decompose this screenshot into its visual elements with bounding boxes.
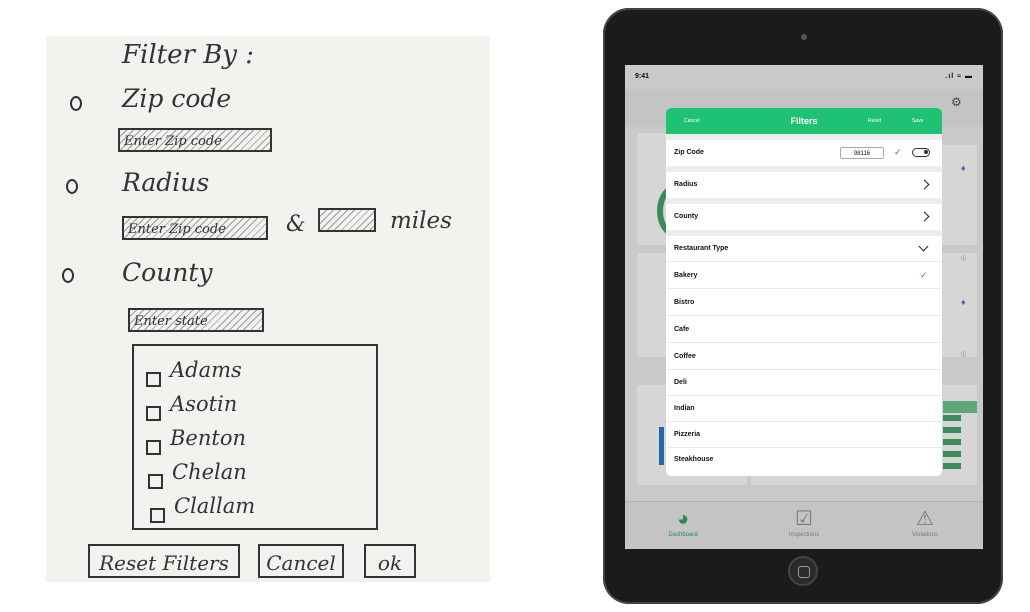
type-option-label: Bakery bbox=[674, 272, 698, 279]
row-divider bbox=[666, 261, 942, 262]
camera-icon bbox=[801, 34, 807, 40]
modal-header: Cancel Filters Reset Save bbox=[666, 108, 942, 134]
sketch-radio-county bbox=[62, 268, 74, 283]
row-divider bbox=[666, 288, 942, 289]
pie-chart-icon: ◕ bbox=[676, 508, 690, 530]
type-option-label: Indian bbox=[674, 405, 695, 412]
tab-inspections[interactable]: ☑ Inspections bbox=[754, 506, 854, 538]
chevron-right-icon bbox=[919, 179, 930, 190]
background-tag bbox=[943, 451, 961, 457]
check-icon: ✓ bbox=[920, 270, 928, 280]
type-option-label: Coffee bbox=[674, 353, 696, 360]
background-bar bbox=[659, 427, 664, 465]
type-option-label: Bistro bbox=[674, 299, 695, 306]
sketch-radius-field: Enter Zip code bbox=[122, 216, 268, 240]
type-option[interactable]: Steakhouse bbox=[666, 447, 942, 473]
sketch-ampersand: & bbox=[286, 212, 306, 237]
modal-title: Filters bbox=[790, 116, 818, 126]
zip-code-label: Zip Code bbox=[674, 149, 704, 156]
zip-code-toggle[interactable] bbox=[912, 148, 930, 157]
status-icons: .ıl ≈ ▬ bbox=[945, 73, 973, 80]
radius-label: Radius bbox=[674, 181, 698, 188]
sketch-checkbox bbox=[148, 474, 163, 489]
tablet-device: 9:41 .ıl ≈ ▬ ⚙ ♦ ♦ ⓘ ⓘ ◕ Dashboard ☑ Ins… bbox=[603, 8, 1003, 604]
sketch-checkbox bbox=[146, 440, 161, 455]
info-icon: ⓘ bbox=[961, 352, 967, 358]
warning-triangle-icon: ⚠ bbox=[916, 508, 934, 530]
row-divider bbox=[666, 315, 942, 316]
filters-modal: Cancel Filters Reset Save Zip Code 98116… bbox=[666, 108, 942, 476]
sketch-checkbox bbox=[146, 406, 161, 421]
sketch-ok-button: ok bbox=[364, 544, 416, 578]
background-tag bbox=[943, 415, 961, 421]
sketch-county-item: Asotin bbox=[170, 392, 238, 416]
restaurant-type-row[interactable]: Restaurant Type bbox=[666, 236, 942, 262]
tab-violations[interactable]: ⚠ Violations bbox=[875, 506, 975, 538]
type-option[interactable]: Bakery ✓ bbox=[666, 263, 942, 289]
sketch-zip-field: Enter Zip code bbox=[118, 128, 272, 152]
sketch-cancel-button: Cancel bbox=[258, 544, 344, 578]
tab-label: Dashboard bbox=[668, 532, 698, 538]
type-option-label: Deli bbox=[674, 379, 687, 386]
tablet-screen: 9:41 .ıl ≈ ▬ ⚙ ♦ ♦ ⓘ ⓘ ◕ Dashboard ☑ Ins… bbox=[625, 65, 983, 549]
sketch-radio-radius bbox=[66, 179, 78, 194]
paper-sketch: Filter By : Zip code Enter Zip code Radi… bbox=[46, 36, 490, 582]
background-table-header bbox=[943, 401, 977, 413]
type-option[interactable]: Pizzeria bbox=[666, 422, 942, 448]
check-icon: ✓ bbox=[894, 147, 902, 157]
sketch-radius-label: Radius bbox=[122, 168, 210, 197]
tab-dashboard[interactable]: ◕ Dashboard bbox=[633, 506, 733, 538]
chevron-right-icon bbox=[919, 211, 930, 222]
county-label: County bbox=[674, 213, 699, 220]
status-bar: 9:41 .ıl ≈ ▬ bbox=[625, 65, 983, 89]
sketch-miles-field bbox=[318, 208, 376, 232]
type-option-label: Steakhouse bbox=[674, 456, 714, 463]
sketch-zip-label: Zip code bbox=[122, 84, 232, 113]
sketch-county-label: County bbox=[122, 258, 213, 287]
type-option-label: Cafe bbox=[674, 326, 690, 333]
sketch-county-item: Clallam bbox=[174, 494, 256, 518]
sketch-checkbox bbox=[146, 372, 161, 387]
twitter-icon: ♦ bbox=[961, 297, 966, 307]
type-option[interactable]: Indian bbox=[666, 396, 942, 422]
gear-icon: ⚙ bbox=[951, 95, 962, 109]
tab-label: Violations bbox=[912, 532, 938, 538]
background-tag bbox=[943, 439, 961, 445]
type-option[interactable]: Coffee bbox=[666, 344, 942, 370]
twitter-icon: ♦ bbox=[961, 163, 966, 173]
row-divider bbox=[666, 342, 942, 343]
sketch-county-item: Chelan bbox=[172, 460, 247, 484]
sketch-county-item: Adams bbox=[170, 358, 242, 382]
sketch-county-list: Adams Asotin Benton Chelan Clallam bbox=[132, 344, 378, 530]
type-option-label: Pizzeria bbox=[674, 431, 701, 438]
tab-label: Inspections bbox=[788, 532, 820, 538]
save-button[interactable]: Save bbox=[912, 118, 923, 124]
sketch-radio-zip bbox=[70, 96, 82, 111]
tab-bar: ◕ Dashboard ☑ Inspections ⚠ Violations bbox=[625, 501, 983, 549]
sketch-miles-label: miles bbox=[390, 208, 452, 234]
clipboard-check-icon: ☑ bbox=[795, 508, 813, 530]
radius-row[interactable]: Radius bbox=[666, 172, 942, 198]
home-square-icon bbox=[798, 566, 810, 578]
home-button[interactable] bbox=[788, 556, 818, 586]
zip-code-input[interactable]: 98116 bbox=[840, 147, 884, 159]
zip-code-row: Zip Code 98116 ✓ bbox=[666, 140, 942, 166]
sketch-title: Filter By : bbox=[122, 40, 255, 70]
status-time: 9:41 bbox=[635, 73, 650, 80]
type-option[interactable]: Deli bbox=[666, 370, 942, 396]
type-option[interactable]: Cafe bbox=[666, 317, 942, 343]
sketch-county-item: Benton bbox=[170, 426, 246, 450]
sketch-reset-button: Reset Filters bbox=[88, 544, 240, 578]
county-row[interactable]: County bbox=[666, 204, 942, 230]
sketch-checkbox bbox=[150, 508, 165, 523]
reset-button[interactable]: Reset bbox=[868, 118, 881, 124]
toggle-knob bbox=[924, 150, 928, 154]
restaurant-type-label: Restaurant Type bbox=[674, 245, 729, 252]
background-tag bbox=[943, 427, 961, 433]
sketch-state-field: Enter state bbox=[128, 308, 264, 332]
type-option[interactable]: Bistro bbox=[666, 290, 942, 316]
info-icon: ⓘ bbox=[961, 256, 967, 262]
background-tag bbox=[943, 463, 961, 469]
chevron-down-icon bbox=[918, 241, 929, 252]
